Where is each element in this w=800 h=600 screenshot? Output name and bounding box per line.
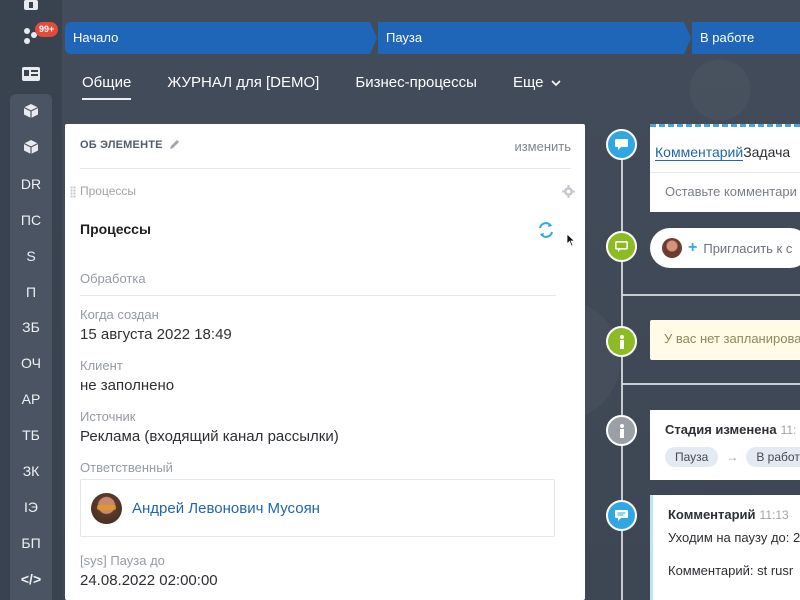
stage-transition: Пауза → В работ (665, 447, 800, 467)
timeline-divider (622, 294, 800, 296)
left-rail: 99+ DR ПС S П ЗБ ОЧ AP ТБ ЗК IЭ БП </> (0, 0, 62, 600)
comment-input[interactable]: Оставьте комментари (650, 172, 800, 212)
rail-item-ps[interactable]: ПС (10, 205, 52, 235)
info-icon (606, 326, 637, 357)
tab-more-label: Еще (512, 74, 544, 91)
comment-title: Комментарий 11:13 (668, 507, 789, 522)
message-icon (606, 500, 637, 531)
chevron-down-icon (551, 79, 562, 86)
stage-change-title-text: Стадия изменена (665, 422, 777, 437)
card-header: ОБ ЭЛЕМЕНТЕ изменить (80, 139, 571, 169)
contact-card-icon[interactable] (21, 66, 41, 82)
avatar (662, 238, 682, 258)
rail-item-ar[interactable]: AP (10, 384, 52, 414)
about-element-card: ОБ ЭЛЕМЕНТЕ изменить Процессы Процессы О… (65, 124, 585, 600)
field-label: Источник (80, 409, 136, 424)
mouse-cursor-icon (566, 233, 576, 252)
field-source: Источник Реклама (входящий канал рассылк… (80, 409, 339, 445)
tab-comment[interactable]: Комментарий (655, 144, 744, 161)
rail-item-bp[interactable]: БП (10, 528, 52, 558)
comment-title-text: Комментарий (668, 507, 756, 522)
chat-icon (606, 231, 637, 262)
field-responsible: Ответственный (80, 460, 173, 475)
invite-button[interactable]: + Пригласить к с (650, 228, 800, 268)
tab-more[interactable]: Еще (513, 66, 562, 100)
entry-time: 11: (780, 423, 797, 437)
pencil-icon[interactable] (169, 139, 180, 150)
field-value: Реклама (входящий канал рассылки) (80, 428, 339, 445)
field-label: Ответственный (80, 460, 173, 475)
rail-item-och[interactable]: ОЧ (10, 348, 52, 378)
comment-icon (606, 129, 637, 160)
tab-general[interactable]: Общие (82, 66, 132, 100)
tab-journal[interactable]: ЖУРНАЛ для [DEMO] (167, 66, 319, 100)
stage-start[interactable]: Начало (65, 22, 377, 54)
stage-change-entry: Стадия изменена 11: Пауза → В работ (650, 410, 800, 480)
field-value: не заполнено (80, 377, 175, 394)
rail-item-zk[interactable]: ЗК (10, 456, 52, 486)
field-created: Когда создан 15 августа 2022 18:49 (80, 307, 232, 343)
refresh-icon[interactable] (537, 221, 555, 244)
edit-link[interactable]: изменить (514, 139, 571, 168)
field-pause-until: [sys] Пауза до 24.08.2022 02:00:00 (80, 553, 218, 589)
processes-title: Процессы (80, 221, 151, 237)
notification-badge: 99+ (35, 22, 59, 37)
drag-handle[interactable] (70, 186, 76, 198)
composer-tabs: КомментарийЗадача (655, 144, 790, 161)
rail-item-ie[interactable]: IЭ (10, 492, 52, 522)
section-label: Процессы (80, 184, 137, 198)
no-planned-notice: У вас нет запланирова (650, 320, 800, 360)
field-label: Клиент (80, 358, 123, 373)
rail-item-dr[interactable]: DR (10, 169, 52, 199)
tab-business-processes[interactable]: Бизнес-процессы (355, 66, 477, 100)
field-label: [sys] Пауза до (80, 553, 165, 568)
invite-label: Пригласить к с (703, 240, 793, 256)
card-title: ОБ ЭЛЕМЕНТЕ (80, 139, 180, 168)
stage-change-title: Стадия изменена 11: (665, 422, 796, 437)
rail-item-s[interactable]: S (10, 241, 52, 271)
card-title-text: ОБ ЭЛЕМЕНТЕ (80, 139, 163, 151)
stage-pause[interactable]: Пауза (378, 22, 691, 54)
timeline-composer: КомментарийЗадача Оставьте комментари (650, 124, 800, 212)
processing-subsection: Обработка (80, 271, 556, 296)
rail-item-p[interactable]: П (10, 277, 52, 307)
timeline-divider (622, 383, 800, 385)
timeline-line (621, 140, 623, 600)
responsible-name-link[interactable]: Андрей Левонович Мусоян (132, 500, 320, 517)
comment-text: Уходим на паузу до: 2 (668, 530, 800, 545)
comment-entry: Комментарий 11:13 Уходим на паузу до: 2 К… (650, 495, 800, 600)
field-label: Когда создан (80, 307, 159, 322)
entry-time: 11:13 (759, 508, 789, 522)
comment-text: Комментарий: st rusr (668, 563, 794, 578)
box-icon[interactable] (10, 132, 52, 162)
rail-item-zb[interactable]: ЗБ (10, 312, 52, 342)
stage-in-progress[interactable]: В работе (692, 22, 800, 54)
arrow-right-icon: → (726, 450, 739, 464)
entity-tabs: Общие ЖУРНАЛ для [DEMO] Бизнес-процессы … (82, 66, 597, 100)
field-client: Клиент не заполнено (80, 358, 174, 394)
stage-to-pill: В работ (746, 447, 800, 467)
field-value: 15 августа 2022 18:49 (80, 326, 232, 343)
responsible-box: Андрей Левонович Мусоян (80, 479, 555, 537)
rail-item-tb[interactable]: ТБ (10, 420, 52, 450)
avatar[interactable] (91, 492, 122, 524)
tab-task[interactable]: Задача (743, 144, 790, 160)
box-icon[interactable] (10, 96, 52, 126)
menu-icon[interactable] (21, 0, 41, 10)
rail-app-list: DR ПС S П ЗБ ОЧ AP ТБ ЗК IЭ БП </> (10, 94, 52, 600)
plus-icon: + (688, 239, 698, 256)
info-icon (606, 415, 637, 446)
gear-icon[interactable] (562, 185, 575, 203)
rail-item-code[interactable]: </> (10, 564, 52, 594)
stage-from-pill: Пауза (665, 447, 719, 467)
field-value: 24.08.2022 02:00:00 (80, 572, 218, 589)
